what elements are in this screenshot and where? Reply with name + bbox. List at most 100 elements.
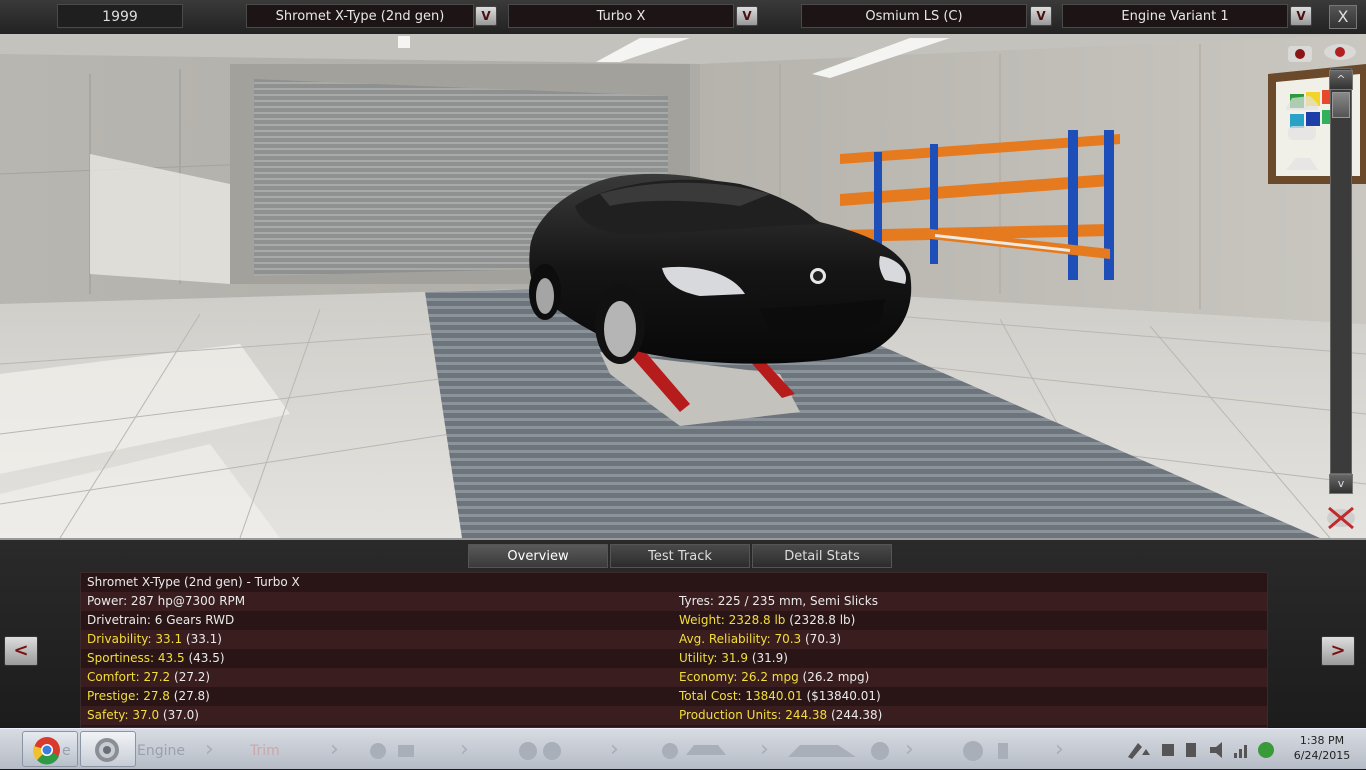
trim-select[interactable]: Turbo X: [508, 4, 734, 28]
stat-right-cell: Utility: 31.9 (31.9): [679, 649, 788, 668]
clock-date: 6/24/2015: [1293, 749, 1351, 762]
tab-detail-stats[interactable]: Detail Stats: [752, 544, 892, 568]
stat-base-value: (244.38): [827, 708, 883, 722]
stat-base-value: (37.0): [159, 708, 199, 722]
no-camera-icon[interactable]: [1324, 504, 1358, 532]
show-hidden-icons-icon: [1142, 749, 1150, 755]
stat-base-value: (31.9): [748, 651, 788, 665]
car-icon: [788, 745, 856, 757]
stat-base-value: (70.3): [801, 632, 842, 646]
wheel-icon: [662, 743, 678, 759]
chevron-right-icon: ›: [205, 737, 214, 762]
zoom-down-button[interactable]: v: [1329, 474, 1353, 494]
garage-viewport[interactable]: ^ v: [0, 34, 1366, 538]
engine-family-dropdown-button[interactable]: V: [1030, 6, 1052, 26]
stat-value: Tyres: 225 / 235 mm, Semi Slicks: [679, 594, 878, 608]
stat-right-cell: Weight: 2328.8 lb (2328.8 lb): [679, 611, 855, 630]
next-button[interactable]: >: [1321, 636, 1355, 666]
stat-value: Comfort: 27.2: [87, 670, 171, 684]
gearbox-icon: [398, 745, 414, 757]
clock-time: 1:38 PM: [1299, 734, 1345, 747]
stat-value: Prestige: 27.8: [87, 689, 170, 703]
stats-row: Shromet X-Type (2nd gen) - Turbo X: [81, 573, 1267, 592]
stat-value: Weight: 2328.8 lb: [679, 613, 786, 627]
car-side-icon: [1286, 96, 1318, 110]
car-title: Shromet X-Type (2nd gen) - Turbo X: [87, 575, 300, 589]
stat-value: Safety: 37.0: [87, 708, 160, 722]
stat-right-cell: Avg. Reliability: 70.3 (70.3): [679, 630, 841, 649]
stat-base-value: (27.8): [169, 689, 210, 703]
prev-button[interactable]: <: [4, 636, 38, 666]
fan-icon: [871, 742, 889, 760]
ghost-trim-label: Trim: [250, 743, 280, 759]
stats-row: Power: 287 hp@7300 RPM Tyres: 225 / 235 m…: [81, 592, 1267, 611]
pen-icon: [1128, 743, 1142, 759]
stat-right-cell: Economy: 26.2 mpg (26.2 mpg): [679, 668, 869, 687]
wheel-icon: [543, 742, 561, 760]
system-tray[interactable]: [1120, 739, 1290, 761]
engine-family-select[interactable]: Osmium LS (C): [801, 4, 1027, 28]
stat-value: Production Units: 244.38: [679, 708, 828, 722]
stat-value: Avg. Reliability: 70.3: [679, 632, 802, 646]
camera-icon: [1288, 46, 1312, 62]
garage-scene-illustration: [0, 34, 1366, 538]
stat-value: Economy: 26.2 mpg: [679, 670, 799, 684]
stat-right-cell: Tyres: 225 / 235 mm, Semi Slicks: [679, 592, 878, 611]
stats-row: Prestige: 27.8 (27.8) Total Cost: 13840.0…: [81, 687, 1267, 706]
stats-row: Comfort: 27.2 (27.2) Economy: 26.2 mpg (2…: [81, 668, 1267, 687]
stat-base-value: (2328.8 lb): [785, 613, 856, 627]
zoom-up-button[interactable]: ^: [1329, 70, 1353, 90]
tab-test-track[interactable]: Test Track: [610, 544, 750, 568]
ghost-engine-label: Engine: [137, 743, 185, 759]
zoom-scrollbar-thumb[interactable]: [1332, 92, 1350, 118]
gear-icon: [95, 738, 119, 762]
windows-taskbar: e Engine Trim › › › › › › › 1:38 PM 6/24…: [0, 728, 1366, 769]
car-body-icon: [686, 745, 726, 755]
stat-left-cell: Power: 287 hp@7300 RPM: [87, 592, 245, 611]
stat-left-cell: Prestige: 27.8 (27.8): [87, 687, 210, 706]
stat-value: Utility: 31.9: [679, 651, 748, 665]
stat-base-value: (43.5): [184, 651, 225, 665]
stats-row: Safety: 37.0 (37.0) Production Units: 244…: [81, 706, 1267, 725]
chevron-right-icon: ›: [330, 737, 339, 762]
model-dropdown-button[interactable]: V: [475, 6, 497, 26]
system-clock[interactable]: 1:38 PM 6/24/2015: [1292, 733, 1352, 763]
stat-value: Drivetrain: 6 Gears RWD: [87, 613, 235, 627]
close-button[interactable]: X: [1329, 5, 1357, 29]
stat-right-cell: Production Units: 244.38 (244.38): [679, 706, 882, 725]
ghost-stage-icons: [370, 741, 1008, 761]
game-taskbar-button[interactable]: [80, 731, 136, 767]
stat-left-cell: Comfort: 27.2 (27.2): [87, 668, 210, 687]
wheel-icon: [519, 742, 537, 760]
chevron-right-icon: ›: [1055, 737, 1064, 762]
engine-variant-select[interactable]: Engine Variant 1: [1062, 4, 1288, 28]
stats-table: Shromet X-Type (2nd gen) - Turbo X Power…: [80, 572, 1268, 728]
seat-icon: [998, 743, 1008, 759]
stat-left-cell: Drivability: 33.1 (33.1): [87, 630, 222, 649]
engine-variant-dropdown-button[interactable]: V: [1290, 6, 1312, 26]
stat-base-value: (26.2 mpg): [798, 670, 870, 684]
stat-right-cell: Total Cost: 13840.01 ($13840.01): [679, 687, 881, 706]
wheel-icon: [370, 743, 386, 759]
stats-row: Drivability: 33.1 (33.1) Avg. Reliability…: [81, 630, 1267, 649]
stats-row: Sportiness: 43.5 (43.5) Utility: 31.9 (31…: [81, 649, 1267, 668]
volume-icon: [1210, 742, 1222, 758]
stat-value: Power: 287 hp@7300 RPM: [87, 594, 246, 608]
stat-value: Total Cost: 13840.01: [679, 689, 803, 703]
stat-value: Drivability: 33.1: [87, 632, 183, 646]
zoom-scrollbar-track[interactable]: [1330, 68, 1352, 474]
year-field[interactable]: 1999: [57, 4, 183, 28]
ghost-text-prefix: e: [62, 743, 71, 759]
eye-icon: [1324, 44, 1356, 60]
stat-base-value: ($13840.01): [802, 689, 881, 703]
car-top-icon: [1288, 126, 1316, 140]
car-rear-icon: [1286, 158, 1318, 170]
stat-base-value: (33.1): [182, 632, 222, 646]
flag-icon: [1162, 744, 1174, 756]
info-panel: Overview Test Track Detail Stats < > Shr…: [0, 538, 1366, 730]
tab-overview[interactable]: Overview: [468, 544, 608, 568]
network-icon: [1258, 742, 1274, 758]
stat-left-cell: Drivetrain: 6 Gears RWD: [87, 611, 234, 630]
model-select[interactable]: Shromet X-Type (2nd gen): [246, 4, 474, 28]
trim-dropdown-button[interactable]: V: [736, 6, 758, 26]
